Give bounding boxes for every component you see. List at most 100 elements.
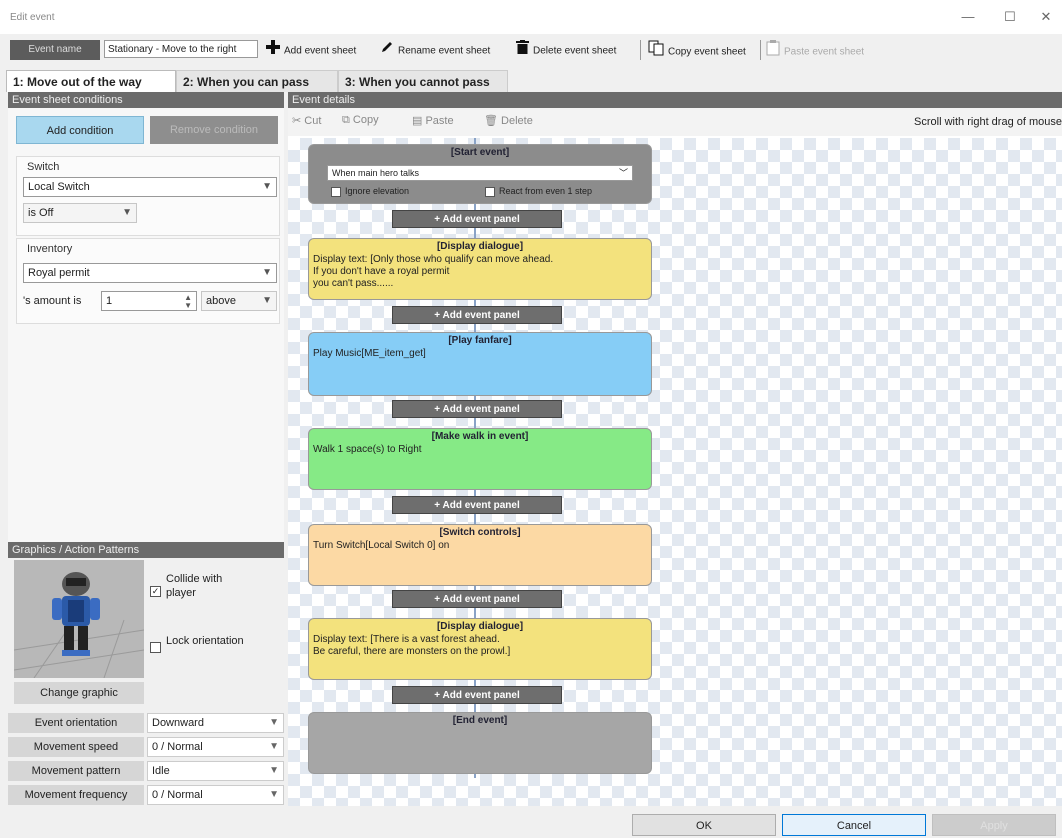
maximize-button[interactable]: ☐ [1000,8,1020,26]
cancel-button[interactable]: Cancel [782,814,926,836]
window-title: Edit event [10,12,55,23]
movement-pattern-label: Movement pattern [8,761,144,781]
panel-body: Turn Switch[Local Switch 0] on [313,540,450,551]
chevron-down-icon: ▼ [269,789,279,800]
add-event-panel-button[interactable]: + Add event panel [392,590,562,608]
ignore-elevation-label: Ignore elevation [345,186,410,196]
chevron-down-icon: ▼ [262,181,272,192]
play-fanfare-panel[interactable]: [Play fanfare] Play Music[ME_item_get] [308,332,652,396]
end-event-panel[interactable]: [End event] [308,712,652,774]
movement-pattern-row: Movement pattern Idle ▼ [8,760,284,782]
switch-state-select[interactable]: is Off ▼ [23,203,137,223]
add-event-panel-button[interactable]: + Add event panel [392,400,562,418]
collide-label: Collide with player [166,573,223,599]
paste-event-sheet-button[interactable]: Paste event sheet [766,40,864,60]
add-event-sheet-label: Add event sheet [284,45,357,57]
delete-event-sheet-button[interactable]: Delete event sheet [516,40,616,60]
plus-icon [266,40,280,62]
pencil-icon [380,40,394,62]
scissors-icon: ✂ [292,115,305,127]
add-event-panel-button[interactable]: + Add event panel [392,686,562,704]
change-graphic-button[interactable]: Change graphic [14,682,144,704]
chevron-down-icon: ▼ [269,765,279,776]
graphics-panel: Graphics / Action Patterns ✓ Collide wit… [8,542,284,806]
title-bar: Edit event — ☐ ✕ [0,0,1062,34]
lock-orientation-checkbox[interactable] [150,642,161,653]
chevron-down-icon: ▼ [269,741,279,752]
switch-type-select[interactable]: Local Switch ▼ [23,177,277,197]
event-name-input[interactable]: Stationary - Move to the right [104,40,258,58]
react-step-checkbox[interactable] [485,187,495,197]
movement-frequency-select[interactable]: 0 / Normal ▼ [147,785,284,805]
movement-pattern-select[interactable]: Idle ▼ [147,761,284,781]
tab-move-out-of-the-way[interactable]: 1: Move out of the way [6,70,176,92]
dialog-button-bar: OK Cancel Apply [0,808,1062,838]
switch-condition-group: Switch Local Switch ▼ is Off ▼ [16,156,280,236]
add-condition-button[interactable]: Add condition [16,116,144,144]
switch-type-value: Local Switch [28,181,90,193]
conditions-header: Event sheet conditions [8,92,284,108]
event-canvas[interactable]: [Start event] When main hero talks ﹀ Ign… [288,138,1062,806]
minimize-button[interactable]: — [958,8,978,26]
close-button[interactable]: ✕ [1036,8,1056,26]
copy-event-sheet-button[interactable]: Copy event sheet [648,40,746,60]
panel-title: [Display dialogue] [436,621,524,632]
copy-event-sheet-label: Copy event sheet [668,46,746,58]
ok-button[interactable]: OK [632,814,776,836]
delete-label: Delete [501,115,533,127]
inventory-item-select[interactable]: Royal permit ▼ [23,263,277,283]
panel-title: [Switch controls] [439,527,521,538]
delete-button[interactable]: 🗑 Delete [484,114,533,127]
paste-button[interactable]: ▤ Paste [412,114,454,127]
event-orientation-select[interactable]: Downward ▼ [147,713,284,733]
add-event-panel-button[interactable]: + Add event panel [392,496,562,514]
event-orientation-label: Event orientation [8,713,144,733]
event-details-header: Event details [288,92,1062,108]
amount-compare-select[interactable]: above ▼ [201,291,277,311]
character-preview[interactable] [14,560,144,678]
tab-when-you-cannot-pass[interactable]: 3: When you cannot pass [338,70,508,92]
trigger-value: When main hero talks [332,168,420,178]
copy-label: Copy [352,114,379,126]
panel-body: Display text: [There is a vast forest ah… [313,634,511,657]
movement-speed-value: 0 / Normal [152,741,203,753]
panel-title: [Display dialogue] [436,241,524,252]
display-dialogue-panel[interactable]: [Display dialogue] Display text: [There … [308,618,652,680]
panel-title: [Make walk in event] [431,431,529,442]
switch-state-value: is Off [28,207,54,219]
panel-body: Walk 1 space(s) to Right [313,444,422,455]
conditions-panel: Add condition Remove condition Switch Lo… [8,108,284,542]
paste-label: Paste [425,115,454,127]
movement-speed-label: Movement speed [8,737,144,757]
switch-controls-panel[interactable]: [Switch controls] Turn Switch[Local Swit… [308,524,652,586]
rename-event-sheet-button[interactable]: Rename event sheet [380,40,490,60]
make-walk-panel[interactable]: [Make walk in event] Walk 1 space(s) to … [308,428,652,490]
add-event-sheet-button[interactable]: Add event sheet [266,40,356,60]
tab-when-you-can-pass[interactable]: 2: When you can pass [176,70,338,92]
chevron-down-icon: ﹀ [618,168,628,178]
amount-stepper[interactable]: 1 ▲ ▼ [101,291,197,311]
inventory-condition-group: Inventory Royal permit ▼ 's amount is 1 … [16,238,280,324]
paste-event-sheet-label: Paste event sheet [784,46,865,58]
chevron-down-icon: ▼ [122,207,132,218]
event-toolbar: Event name Stationary - Move to the righ… [0,36,1062,64]
copy-button[interactable]: ⧉ Copy [342,114,379,127]
trigger-select[interactable]: When main hero talks ﹀ [327,165,633,181]
apply-button[interactable]: Apply [932,814,1056,836]
toolbar-divider [760,40,761,60]
start-event-panel[interactable]: [Start event] When main hero talks ﹀ Ign… [308,144,652,204]
movement-speed-row: Movement speed 0 / Normal ▼ [8,736,284,758]
ignore-elevation-checkbox[interactable] [331,187,341,197]
remove-condition-button[interactable]: Remove condition [150,116,278,144]
switch-label: Switch [27,161,60,173]
movement-frequency-value: 0 / Normal [152,789,203,801]
scroll-hint: Scroll with right drag of mouse [914,116,1062,128]
inventory-item-value: Royal permit [28,267,90,279]
add-event-panel-button[interactable]: + Add event panel [392,210,562,228]
movement-speed-select[interactable]: 0 / Normal ▼ [147,737,284,757]
add-event-panel-button[interactable]: + Add event panel [392,306,562,324]
chevron-down-icon: ▼ [262,267,272,278]
cut-button[interactable]: ✂ Cut [292,114,321,127]
collide-checkbox[interactable]: ✓ [150,586,161,597]
display-dialogue-panel[interactable]: [Display dialogue] Display text: [Only t… [308,238,652,300]
